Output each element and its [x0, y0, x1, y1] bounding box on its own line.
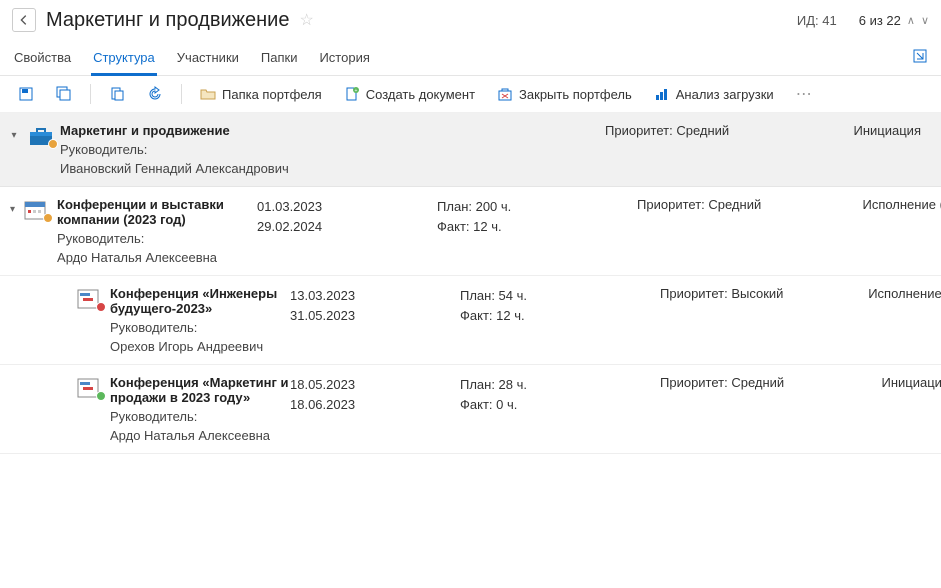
close-portfolio-button[interactable]: Закрыть портфель	[491, 82, 638, 106]
pager: 6 из 22 ∧ ∨	[859, 13, 929, 28]
create-doc-button[interactable]: + Создать документ	[338, 82, 481, 106]
gchild1-lead-label: Руководитель:	[110, 320, 290, 335]
save-all-icon	[56, 86, 72, 102]
root-lead-label: Руководитель:	[60, 142, 605, 157]
child1-phase: Исполнение (0%)	[817, 197, 941, 212]
pager-next[interactable]: ∨	[921, 14, 929, 27]
folder-icon	[200, 86, 216, 102]
gchild2-date-end: 18.06.2023	[290, 395, 460, 415]
gchild2-plan: План: 28 ч.	[460, 375, 660, 395]
sub-project-row[interactable]: Конференция «Инженеры будущего-2023» Рук…	[0, 276, 941, 365]
gchild2-fact: Факт: 0 ч.	[460, 395, 660, 415]
copy-icon	[109, 86, 125, 102]
gchild2-name: Конференция «Маркетинг и продажи в 2023 …	[110, 375, 290, 405]
expand-icon[interactable]	[911, 47, 929, 65]
child1-fact: Факт: 12 ч.	[437, 217, 637, 237]
record-id: ИД: 41	[797, 13, 837, 28]
gchild2-phase: Инициация (0%)	[830, 375, 941, 390]
gchild1-date-start: 13.03.2023	[290, 286, 460, 306]
portfolio-folder-label: Папка портфеля	[222, 87, 322, 102]
root-phase: Инициация	[805, 123, 925, 138]
gchild2-date-start: 18.05.2023	[290, 375, 460, 395]
save-button[interactable]	[12, 82, 40, 106]
pager-text: 6 из 22	[859, 13, 901, 28]
gchild1-plan: План: 54 ч.	[460, 286, 660, 306]
status-dot-green	[96, 391, 106, 401]
calendar-icon	[23, 199, 51, 221]
child1-name: Конференции и выставки компании (2023 го…	[57, 197, 257, 227]
refresh-icon	[147, 86, 163, 102]
load-analysis-label: Анализ загрузки	[676, 87, 774, 102]
save-icon	[18, 86, 34, 102]
status-dot-orange	[48, 139, 58, 149]
tab-participants[interactable]: Участники	[175, 42, 241, 75]
more-actions[interactable]: ⋯	[790, 84, 820, 104]
portfolio-folder-button[interactable]: Папка портфеля	[194, 82, 328, 106]
sub-project-row[interactable]: Конференция «Маркетинг и продажи в 2023 …	[0, 365, 941, 454]
svg-text:+: +	[354, 88, 357, 94]
gchild2-lead: Ардо Наталья Алексеевна	[110, 428, 290, 443]
gchild1-date-end: 31.05.2023	[290, 306, 460, 326]
gchild2-priority: Приоритет: Средний	[660, 375, 830, 390]
child1-lead: Ардо Наталья Алексеевна	[57, 250, 257, 265]
doc-new-icon: +	[344, 86, 360, 102]
root-lead: Ивановский Геннадий Александрович	[60, 161, 605, 176]
project-plan-icon	[76, 288, 104, 310]
back-button[interactable]	[12, 8, 36, 32]
child1-lead-label: Руководитель:	[57, 231, 257, 246]
close-portfolio-label: Закрыть портфель	[519, 87, 632, 102]
expander[interactable]: ▾	[6, 127, 22, 143]
save-all-button[interactable]	[50, 82, 78, 106]
project-row[interactable]: ▾ Конференции и выставки компании (2023 …	[0, 187, 941, 276]
expander[interactable]: ▾	[10, 201, 15, 217]
gchild1-name: Конференция «Инженеры будущего-2023»	[110, 286, 290, 316]
root-name: Маркетинг и продвижение	[60, 123, 605, 138]
child1-priority: Приоритет: Средний	[637, 197, 817, 212]
portfolio-root-row[interactable]: ▾ Маркетинг и продвижение Руководитель: …	[0, 113, 941, 187]
tab-history[interactable]: История	[317, 42, 371, 75]
arrow-left-icon	[17, 13, 31, 27]
child1-plan: План: 200 ч.	[437, 197, 637, 217]
gchild2-lead-label: Руководитель:	[110, 409, 290, 424]
page-title: Маркетинг и продвижение	[46, 9, 289, 32]
tab-folders[interactable]: Папки	[259, 42, 300, 75]
child1-date-start: 01.03.2023	[257, 197, 437, 217]
gchild1-lead: Орехов Игорь Андреевич	[110, 339, 290, 354]
child1-date-end: 29.02.2024	[257, 217, 437, 237]
tab-props[interactable]: Свойства	[12, 42, 73, 75]
gchild1-fact: Факт: 12 ч.	[460, 306, 660, 326]
refresh-button[interactable]	[141, 82, 169, 106]
project-plan-icon	[76, 377, 104, 399]
create-doc-label: Создать документ	[366, 87, 475, 102]
root-priority: Приоритет: Средний	[605, 123, 805, 138]
load-analysis-button[interactable]: Анализ загрузки	[648, 82, 780, 106]
gchild1-priority: Приоритет: Высокий	[660, 286, 830, 301]
pager-prev[interactable]: ∧	[907, 14, 915, 27]
status-dot-red	[96, 302, 106, 312]
tab-structure[interactable]: Структура	[91, 42, 157, 75]
copy-button[interactable]	[103, 82, 131, 106]
gchild1-phase: Исполнение (15%)	[830, 286, 941, 301]
close-portfolio-icon	[497, 86, 513, 102]
chart-icon	[654, 86, 670, 102]
briefcase-icon	[28, 125, 56, 147]
status-dot-orange	[43, 213, 53, 223]
star-icon[interactable]: ☆	[299, 10, 313, 30]
